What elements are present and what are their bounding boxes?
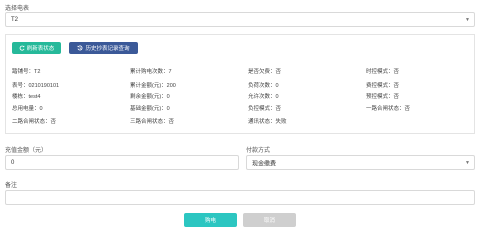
info-cell: 是否欠费：否 bbox=[248, 69, 282, 75]
refresh-status-button[interactable]: 刷新表状态 bbox=[12, 42, 61, 54]
meter-select[interactable]: T2 ▼ bbox=[5, 12, 475, 27]
history-query-button[interactable]: 历史抄表记录查询 bbox=[69, 42, 138, 54]
payment-method-select[interactable]: 现金缴费 ▼ bbox=[246, 155, 475, 170]
info-cell: 通讯状态：失败 bbox=[248, 119, 287, 125]
info-cell: 负控模式：否 bbox=[248, 106, 282, 112]
info-cell: 一路合闸状态：否 bbox=[366, 106, 411, 112]
info-cell: 负荷次数：0 bbox=[248, 83, 279, 89]
cancel-button-label: 取消 bbox=[263, 218, 275, 224]
chevron-down-icon: ▼ bbox=[465, 16, 470, 23]
remark-label: 备注 bbox=[5, 183, 18, 189]
meter-select-value: T2 bbox=[11, 16, 19, 23]
info-cell: 楼栋：test4 bbox=[12, 94, 41, 100]
info-cell: 基础金额(元)：0 bbox=[130, 106, 170, 112]
recharge-amount-value: 0 bbox=[11, 159, 15, 166]
recharge-amount-input[interactable]: 0 bbox=[5, 155, 239, 170]
purchase-button[interactable]: 购电 bbox=[184, 213, 237, 227]
recharge-amount-label: 充值金额（元） bbox=[5, 148, 48, 154]
payment-method-value: 现金缴费 bbox=[252, 161, 277, 167]
info-cell: 时控模式：否 bbox=[366, 69, 400, 75]
info-cell: 费控模式：否 bbox=[366, 83, 400, 89]
info-cell: 累计金额(元)：200 bbox=[130, 83, 176, 89]
info-cell: 三路合闸状态：否 bbox=[130, 119, 175, 125]
cancel-button[interactable]: 取消 bbox=[243, 213, 296, 227]
history-query-label: 历史抄表记录查询 bbox=[85, 46, 130, 52]
refresh-status-label: 刷新表状态 bbox=[26, 46, 55, 52]
info-cell: 踏铺号：T2 bbox=[12, 69, 41, 75]
meter-select-label: 选择电表 bbox=[5, 6, 30, 12]
info-cell: 表号：0210190101 bbox=[12, 83, 60, 89]
refresh-icon bbox=[19, 45, 25, 51]
info-cell: 累计购电次数：7 bbox=[130, 69, 172, 75]
info-cell: 总用电量：0 bbox=[12, 106, 43, 112]
purchase-button-label: 购电 bbox=[204, 218, 216, 224]
chevron-down-icon: ▼ bbox=[465, 159, 470, 166]
history-icon bbox=[78, 45, 83, 51]
info-cell: 二路合闸状态：否 bbox=[12, 119, 57, 125]
remark-input[interactable] bbox=[5, 190, 475, 205]
info-cell: 允许次数：0 bbox=[248, 94, 279, 100]
info-cell: 预控模式：否 bbox=[366, 94, 400, 100]
payment-method-label: 付款方式 bbox=[246, 148, 271, 154]
info-cell: 剩余金额(元)：0 bbox=[130, 94, 170, 100]
